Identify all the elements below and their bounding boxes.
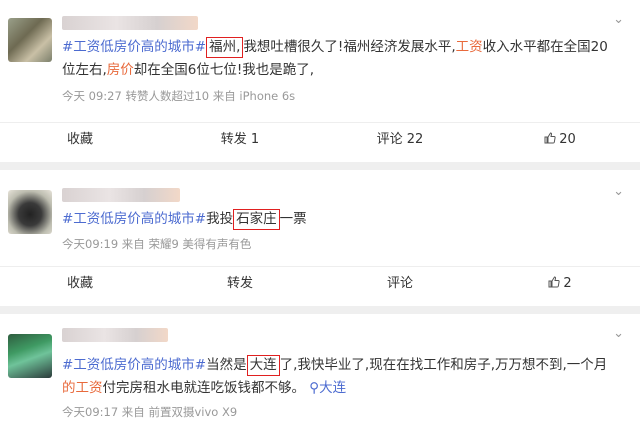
post-text-segment: 了,我快毕业了,现在在找工作和房子,万万想不到,一个月 xyxy=(279,357,608,373)
username-blurred[interactable] xyxy=(62,328,168,342)
repost-button[interactable]: 转发 xyxy=(160,267,320,300)
location-link[interactable]: ⚲大连 xyxy=(305,380,346,396)
post-text: #工资低房价高的城市# 福州, 我想吐槽很久了!福州经济发展水平,工资收入水平都在全… xyxy=(62,36,618,82)
keyword-link[interactable]: 的工资 xyxy=(62,380,103,396)
action-bar: 收藏 转发 评论 2 xyxy=(0,266,640,300)
favorite-button[interactable]: 收藏 xyxy=(0,123,160,156)
thumbs-up-icon xyxy=(544,132,556,144)
avatar[interactable] xyxy=(8,190,52,234)
avatar[interactable] xyxy=(8,18,52,62)
hashtag-link[interactable]: #工资低房价高的城市# xyxy=(62,39,206,55)
comment-button[interactable]: 评论 22 xyxy=(320,123,480,156)
hashtag-link[interactable]: #工资低房价高的城市# xyxy=(62,211,206,227)
post-text: #工资低房价高的城市#当然是 大连 了,我快毕业了,现在在找工作和房子,万万想不到,… xyxy=(62,354,618,400)
post-meta: 今天09:17 来自 前置双摄vivo X9 xyxy=(62,405,238,419)
thumbs-up-icon xyxy=(548,276,560,288)
post-meta: 今天09:19 来自 荣耀9 美得有声有色 xyxy=(62,237,252,251)
hashtag-link[interactable]: #工资低房价高的城市# xyxy=(62,357,206,373)
post-card: ⌄ #工资低房价高的城市#当然是 大连 了,我快毕业了,现在在找工作和房子,万万想不… xyxy=(0,314,640,448)
like-count: 2 xyxy=(563,276,572,291)
username-blurred[interactable] xyxy=(62,188,180,202)
chevron-down-icon[interactable]: ⌄ xyxy=(613,326,624,341)
post-text-segment: 一票 xyxy=(279,211,307,227)
highlighted-city: 大连 xyxy=(246,355,280,376)
avatar[interactable] xyxy=(8,334,52,378)
username-blurred[interactable] xyxy=(62,16,198,30)
chevron-down-icon[interactable]: ⌄ xyxy=(613,12,624,27)
post-card: ⌄ #工资低房价高的城市# 福州, 我想吐槽很久了!福州经济发展水平,工资收入水平都… xyxy=(0,0,640,162)
post-text-segment: 我想吐槽很久了!福州经济发展水平, xyxy=(243,39,456,55)
comment-button[interactable]: 评论 xyxy=(320,267,480,300)
post-text-segment: 却在全国6位七位!我也是跪了, xyxy=(133,62,315,78)
repost-button[interactable]: 转发 1 xyxy=(160,123,320,156)
keyword-link[interactable]: 工资 xyxy=(456,39,483,55)
highlighted-city: 福州, xyxy=(206,37,244,58)
post-text-segment: 付完房租水电就连吃饭钱都不够。 xyxy=(102,380,306,396)
post-meta: 今天 09:27 转赞人数超过10 来自 iPhone 6s xyxy=(62,89,296,103)
highlighted-city: 石家庄 xyxy=(233,209,280,230)
like-count: 20 xyxy=(559,132,576,147)
action-bar: 收藏 转发 1 评论 22 20 xyxy=(0,122,640,156)
post-text-segment: 我投 xyxy=(206,211,234,227)
chevron-down-icon[interactable]: ⌄ xyxy=(613,184,624,199)
post-text-segment: 当然是 xyxy=(206,357,247,373)
favorite-button[interactable]: 收藏 xyxy=(0,267,160,300)
weibo-feed: ⌄ #工资低房价高的城市# 福州, 我想吐槽很久了!福州经济发展水平,工资收入水平都… xyxy=(0,0,640,448)
like-button[interactable]: 20 xyxy=(480,123,640,156)
post-text: #工资低房价高的城市#我投 石家庄 一票 xyxy=(62,208,618,231)
like-button[interactable]: 2 xyxy=(480,267,640,300)
post-card: ⌄ #工资低房价高的城市#我投 石家庄 一票 今天09:19 来自 荣耀9 美得有声… xyxy=(0,170,640,306)
keyword-link[interactable]: 房价 xyxy=(107,62,134,78)
